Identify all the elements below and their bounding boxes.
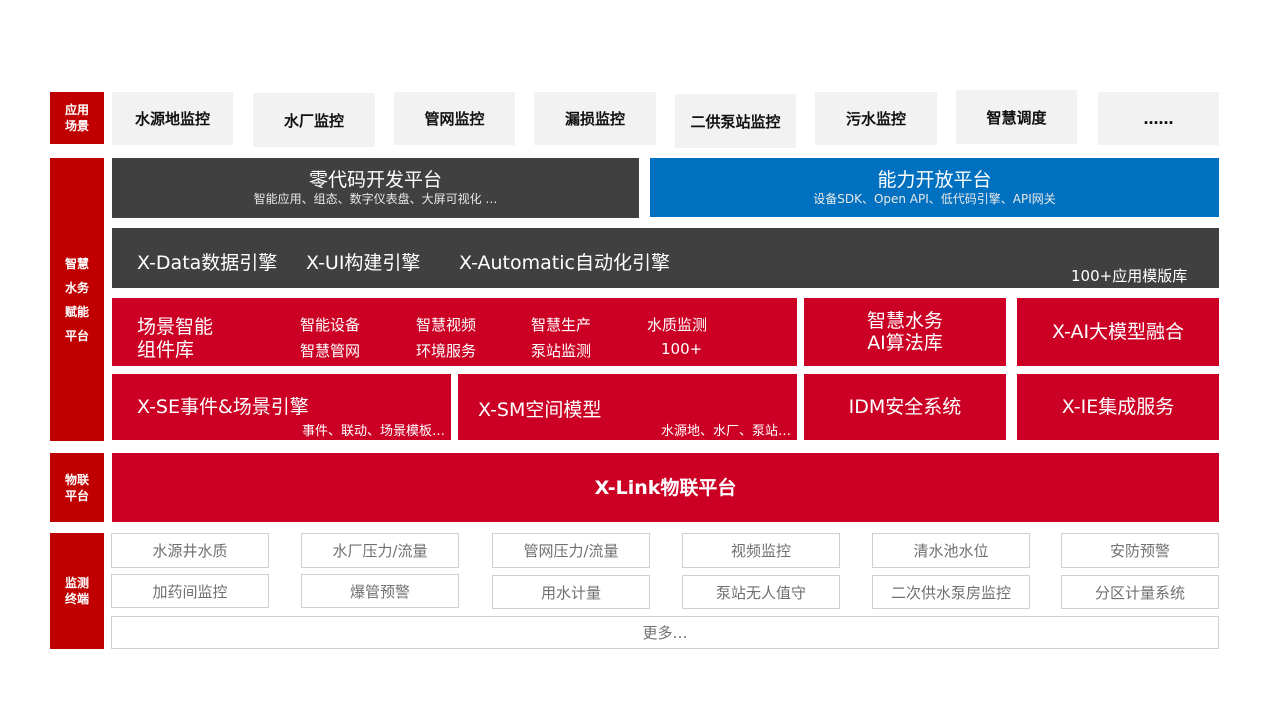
terminal-more: 更多…: [111, 616, 1219, 649]
ie-title: X-IE集成服务: [1061, 396, 1175, 418]
side-label-terminal: 监测 终端: [50, 533, 104, 649]
open-platform-subtitle: 设备SDK、Open API、低代码引擎、API网关: [813, 191, 1056, 206]
ie-block: X-IE集成服务: [1017, 374, 1219, 440]
ai-algorithm-line2: AI算法库: [867, 332, 943, 354]
idm-title: IDM安全系统: [848, 396, 962, 418]
template-library: 100+应用模版库: [1071, 267, 1188, 285]
component-item: 智慧生产: [531, 316, 592, 334]
side-label-app-scene: 应用 场景: [50, 92, 104, 144]
idm-block: IDM安全系统: [804, 374, 1006, 440]
app-scene-pump-station: 二供泵站监控: [675, 94, 796, 148]
component-item: 泵站监测: [531, 342, 592, 360]
app-scene-water-source: 水源地监控: [112, 92, 233, 145]
ai-model-block: X-AI大模型融合: [1017, 298, 1219, 366]
app-scene-sewage: 污水监控: [815, 92, 937, 145]
component-item: 环境服务: [416, 342, 477, 360]
terminal-item: 二次供水泵房监控: [872, 575, 1030, 609]
ai-algorithm-line1: 智慧水务: [866, 310, 943, 332]
component-item: 水质监测: [647, 316, 708, 334]
lowcode-title: 零代码开发平台: [308, 169, 442, 191]
xlink-title: X-Link物联平台: [594, 476, 737, 499]
ai-model-title: X-AI大模型融合: [1051, 321, 1185, 343]
app-scene-more: ……: [1098, 92, 1219, 145]
component-item: 智慧管网: [300, 342, 361, 360]
component-item: 智能设备: [300, 316, 361, 334]
side-label-platform: 智慧 水务 赋能 平台: [50, 158, 104, 441]
app-scene-water-plant: 水厂监控: [253, 93, 375, 147]
sm-model-block: X-SM空间模型 水源地、水厂、泵站…: [458, 374, 797, 440]
engine-automatic: X-Automatic自动化引擎: [459, 252, 670, 274]
lowcode-subtitle: 智能应用、组态、数字仪表盘、大屏可视化 …: [253, 192, 498, 206]
terminal-item: 加药间监控: [111, 574, 269, 608]
sm-model-subtitle: 水源地、水厂、泵站…: [660, 424, 791, 439]
xlink-block: X-Link物联平台: [112, 453, 1219, 522]
terminal-item: 爆管预警: [301, 574, 459, 608]
terminal-item: 视频监控: [682, 533, 840, 568]
side-label-iot: 物联 平台: [50, 453, 104, 522]
open-platform-title: 能力开放平台: [877, 168, 992, 191]
terminal-item: 管网压力/流量: [492, 533, 650, 568]
component-item: 100+: [661, 340, 703, 358]
open-platform-block: 能力开放平台 设备SDK、Open API、低代码引擎、API网关: [650, 158, 1219, 217]
sm-model-title: X-SM空间模型: [478, 399, 602, 421]
app-scene-leakage: 漏损监控: [534, 92, 656, 145]
terminal-item: 安防预警: [1061, 533, 1219, 568]
terminal-item: 清水池水位: [872, 533, 1030, 568]
engine-data: X-Data数据引擎: [137, 252, 278, 274]
terminal-item: 分区计量系统: [1061, 575, 1219, 609]
terminal-item: 用水计量: [492, 575, 650, 609]
se-engine-block: X-SE事件&场景引擎 事件、联动、场景模板…: [112, 374, 451, 440]
component-item: 智慧视频: [416, 316, 477, 334]
app-scene-pipe-network: 管网监控: [394, 92, 515, 145]
terminal-item: 水厂压力/流量: [301, 533, 459, 568]
component-library-title-line2: 组件库: [137, 339, 195, 361]
terminal-item: 泵站无人值守: [682, 575, 840, 609]
engines-block: X-Data数据引擎 X-UI构建引擎 X-Automatic自动化引擎 100…: [112, 228, 1219, 288]
se-engine-subtitle: 事件、联动、场景模板…: [301, 424, 445, 439]
se-engine-title: X-SE事件&场景引擎: [137, 396, 309, 418]
app-scene-dispatch: 智慧调度: [956, 90, 1077, 144]
engine-ui: X-UI构建引擎: [306, 252, 421, 274]
lowcode-platform-block: 零代码开发平台 智能应用、组态、数字仪表盘、大屏可视化 …: [112, 158, 639, 218]
ai-algorithm-block: 智慧水务 AI算法库: [804, 298, 1006, 366]
component-library-block: 场景智能 组件库 智能设备 智慧视频 智慧生产 水质监测 智慧管网 环境服务 泵…: [112, 298, 797, 366]
terminal-item: 水源井水质: [111, 533, 269, 568]
